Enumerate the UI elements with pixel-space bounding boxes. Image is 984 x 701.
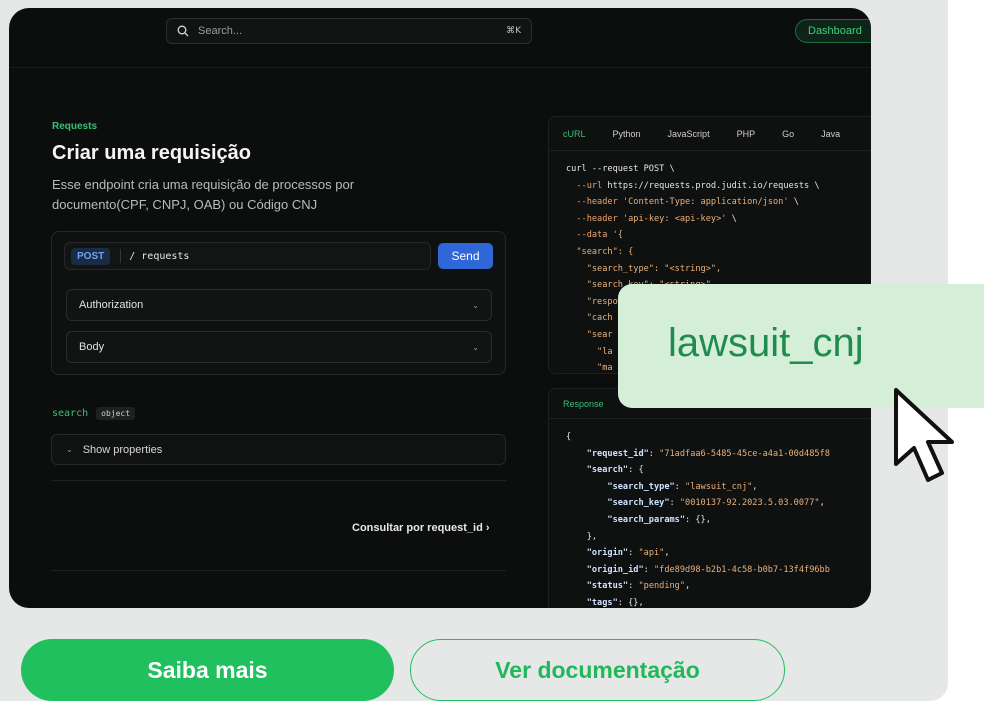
accordion-label: Body [79, 341, 105, 353]
url-separator [120, 249, 122, 263]
dashboard-button[interactable]: Dashboard [795, 19, 871, 43]
learn-more-button[interactable]: Saiba mais [21, 639, 394, 701]
authorization-accordion[interactable]: Authorization ⌄ [66, 289, 492, 321]
show-properties-label: Show properties [82, 443, 163, 456]
property-name: search [52, 408, 89, 419]
accordion-label: Authorization [79, 299, 144, 311]
response-code-block: { "request_id": "71adfaa6-5485-45ce-a4a1… [566, 432, 830, 608]
page-description: Esse endpoint cria uma requisição de pro… [52, 177, 355, 212]
page-title: Criar uma requisição [52, 142, 251, 164]
tab-python[interactable]: Python [613, 129, 641, 139]
method-badge: POST [71, 247, 111, 265]
chevron-down-icon: ⌄ [472, 300, 479, 310]
tab-curl[interactable]: cURL [563, 129, 586, 139]
request-card: POST / requests Send Authorization ⌄ Bod… [51, 231, 506, 375]
response-panel: Response { "request_id": "71adfaa6-5485-… [548, 388, 871, 608]
search-placeholder: Search... [198, 25, 243, 37]
tab-php[interactable]: PHP [737, 129, 756, 139]
body-accordion[interactable]: Body ⌄ [66, 331, 492, 363]
chevron-down-icon: ⌄ [472, 342, 479, 352]
property-header: search object [52, 407, 136, 420]
tab-javascript[interactable]: JavaScript [668, 129, 710, 139]
top-bar: Search... ⌘K Dashboard [9, 8, 871, 68]
endpoint-path: / requests [129, 250, 190, 262]
section-label: Requests [52, 121, 98, 132]
search-shortcut: ⌘K [506, 26, 521, 36]
next-page-link[interactable]: Consultar por request_id › [352, 522, 490, 534]
tab-java[interactable]: Java [821, 129, 840, 139]
send-button[interactable]: Send [438, 243, 493, 269]
url-bar[interactable]: POST / requests [64, 242, 431, 270]
divider [51, 480, 506, 481]
tab-go[interactable]: Go [782, 129, 794, 139]
show-properties-button[interactable]: ⌄ Show properties [51, 434, 506, 465]
divider [51, 570, 506, 571]
language-tabs: cURL Python JavaScript PHP Go Java [549, 117, 871, 151]
search-icon [177, 25, 189, 37]
search-input[interactable]: Search... ⌘K [166, 18, 532, 44]
pointer-cursor-icon [894, 388, 954, 482]
view-docs-button[interactable]: Ver documentação [410, 639, 785, 701]
tooltip-text: lawsuit_cnj [668, 321, 864, 365]
property-type-badge: object [96, 407, 136, 420]
chevron-down-icon: ⌄ [66, 445, 73, 454]
